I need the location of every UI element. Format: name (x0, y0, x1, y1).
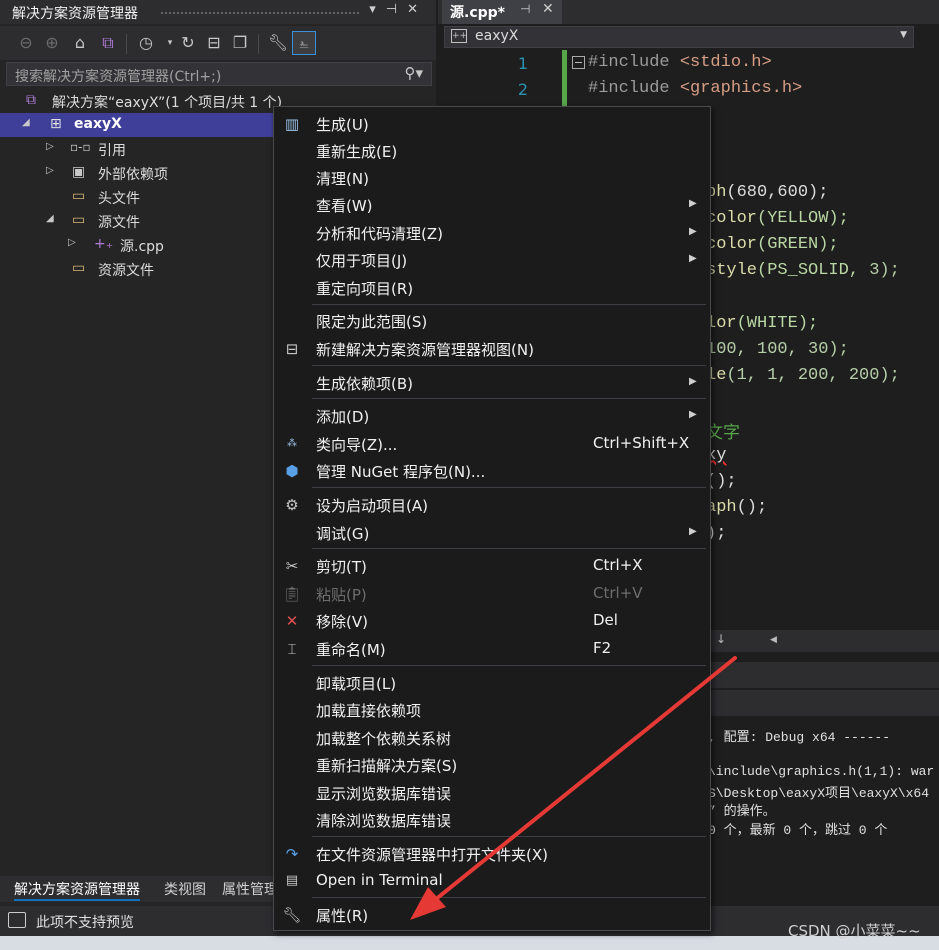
annotation-arrow (410, 656, 737, 920)
watermark: CSDN @小菜菜~~ (788, 922, 921, 940)
